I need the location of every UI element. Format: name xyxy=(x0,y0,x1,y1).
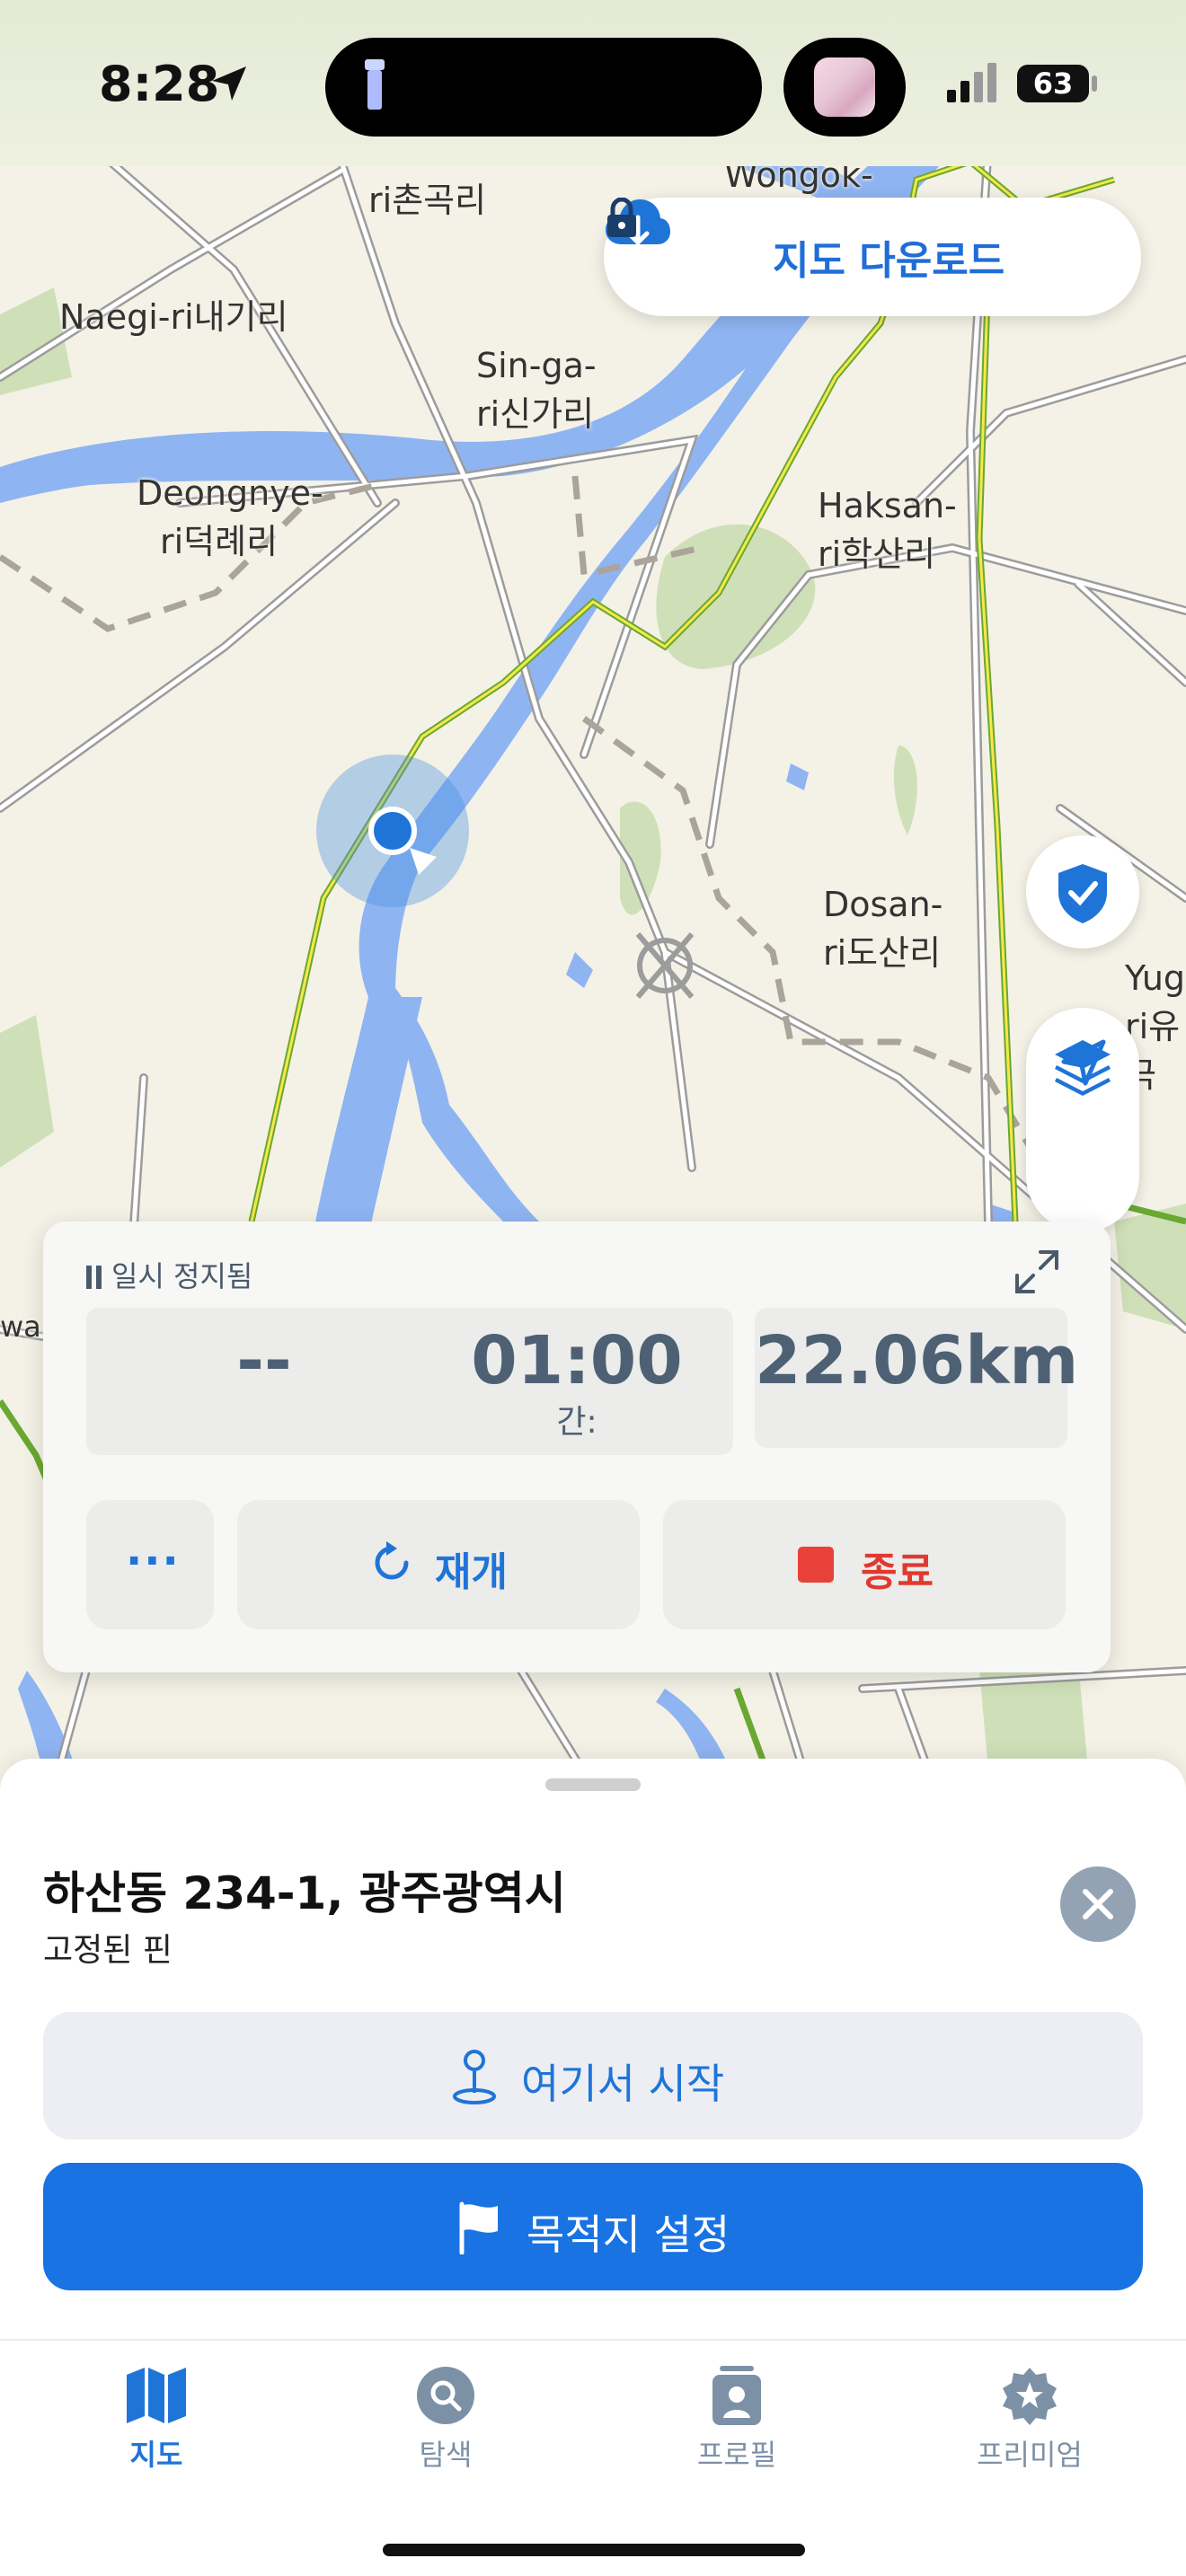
battery-cap xyxy=(1092,75,1097,92)
download-map-button[interactable]: 지도 다운로드 xyxy=(604,198,1141,316)
shield-check-icon xyxy=(1058,864,1107,923)
stop-button[interactable]: 종료 xyxy=(663,1500,1066,1629)
sheet-grabber[interactable] xyxy=(545,1778,641,1791)
pause-icon xyxy=(86,1266,102,1289)
place-label-chongok: ri촌곡리 xyxy=(368,181,487,220)
home-indicator[interactable] xyxy=(383,2544,805,2556)
map-icon xyxy=(127,2368,186,2423)
resume-button[interactable]: 재개 xyxy=(237,1500,640,1629)
place-label-singa: Sin-ga-ri신가리 xyxy=(476,346,597,434)
paused-status-label: 일시 정지됨 xyxy=(111,1259,253,1293)
app-activity-icon xyxy=(814,57,875,117)
download-map-label: 지도 다운로드 xyxy=(773,238,1005,284)
safety-shield-button[interactable] xyxy=(1026,835,1139,948)
flag-icon xyxy=(459,2201,498,2254)
metric-distance: 22.06km xyxy=(755,1308,1079,1448)
app-screen: ri촌곡리 Wongok- Naegi-ri내기리 Sin-ga-ri신가리 D… xyxy=(0,0,1186,2576)
stop-square-icon xyxy=(798,1547,834,1583)
set-destination-label: 목적지 설정 xyxy=(527,2210,730,2259)
set-destination-button[interactable]: 목적지 설정 xyxy=(43,2163,1143,2290)
stop-label: 종료 xyxy=(861,1549,934,1595)
profile-icon xyxy=(712,2366,761,2425)
tab-profile-label: 프로필 xyxy=(696,2438,777,2472)
resume-refresh-icon xyxy=(375,1541,409,1580)
location-arrow-icon xyxy=(212,66,246,101)
place-subtitle: 고정된 핀 xyxy=(43,1932,173,1969)
heading-indicator-icon xyxy=(410,848,437,875)
tab-bar: 지도 탐색 프로필 프리미엄 xyxy=(0,2339,1186,2576)
metric-distance-value: 22.06km xyxy=(755,1322,1079,1399)
metric-pace: -- xyxy=(86,1308,442,1455)
place-label-dosan: Dosan-ri도산리 xyxy=(823,885,943,973)
status-bar: 8:28 63 xyxy=(0,0,1186,166)
flashlight-icon xyxy=(365,59,385,110)
search-icon xyxy=(417,2367,474,2424)
status-time: 8:28 xyxy=(99,56,220,112)
current-location-marker xyxy=(316,754,469,907)
metric-time-value: 01:00 xyxy=(471,1322,683,1399)
cellular-signal-icon xyxy=(947,63,996,102)
map-controls-stack xyxy=(1026,1008,1139,1232)
start-here-label: 여기서 시작 xyxy=(521,2060,725,2108)
tab-premium-label: 프리미엄 xyxy=(977,2438,1083,2472)
place-label-naegi: Naegi-ri내기리 xyxy=(59,297,288,337)
close-icon xyxy=(1083,1889,1113,1919)
tab-explore-label: 탐색 xyxy=(419,2438,473,2472)
dynamic-island xyxy=(325,38,762,137)
expand-icon[interactable] xyxy=(1013,1248,1060,1295)
tab-profile[interactable]: 프로필 xyxy=(647,2366,827,2474)
start-here-button[interactable]: 여기서 시작 xyxy=(43,2012,1143,2139)
locate-arrow-icon[interactable] xyxy=(1026,1008,1139,1119)
tab-premium[interactable]: 프리미엄 xyxy=(940,2366,1120,2474)
start-pin-icon xyxy=(453,2050,496,2104)
lock-icon xyxy=(607,198,636,237)
resume-label: 재개 xyxy=(435,1549,508,1595)
metric-time: 01:00 간: xyxy=(420,1308,733,1455)
metric-pace-value: -- xyxy=(236,1322,292,1399)
battery-icon: 63 xyxy=(1017,65,1089,102)
premium-badge-icon xyxy=(1003,2368,1057,2425)
metric-time-unit: 간: xyxy=(556,1404,597,1441)
tab-map[interactable]: 지도 xyxy=(66,2366,246,2474)
place-label-deongnye: Deongnye-ri덕례리 xyxy=(137,473,323,561)
more-dots-icon: ··· xyxy=(126,1536,181,1586)
tab-map-label: 지도 xyxy=(129,2438,183,2472)
tracking-panel: 일시 정지됨 -- 01:00 간: 22.06km ··· 재개 종료 xyxy=(43,1222,1111,1672)
tab-explore[interactable]: 탐색 xyxy=(356,2366,535,2474)
place-label-haksan: Haksan-ri학산리 xyxy=(818,486,957,574)
paused-status: 일시 정지됨 xyxy=(86,1254,252,1295)
place-address: 하산동 234-1, 광주광역시 xyxy=(43,1867,566,1919)
more-options-button[interactable]: ··· xyxy=(86,1500,214,1629)
close-sheet-button[interactable] xyxy=(1060,1866,1136,1942)
